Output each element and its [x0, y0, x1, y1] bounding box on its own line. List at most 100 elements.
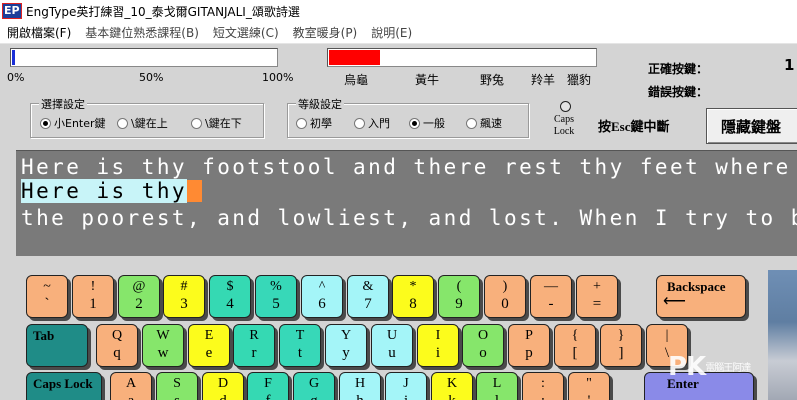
key-row2-3[interactable]: Rr	[233, 324, 275, 367]
key-backspace[interactable]: Backspace ⟵	[656, 275, 746, 318]
error-keys-label: 錯誤按鍵：	[648, 85, 709, 99]
key-label: e	[205, 345, 213, 361]
key-shift-label: @	[132, 279, 146, 294]
key-row1-9[interactable]: (9	[438, 275, 480, 318]
watermark-small: 電腦王阿達	[705, 363, 751, 374]
menu-bar: 開啟檔案(F) 基本鍵位熟悉課程(B) 短文選練(C) 教室暖身(P) 說明(E…	[0, 22, 797, 44]
key-row2-6[interactable]: Uu	[371, 324, 413, 367]
key-row1-12[interactable]: + =	[576, 275, 618, 318]
radio-dot-icon	[354, 117, 365, 129]
key-row1-3[interactable]: #3	[163, 275, 205, 318]
key-shift-label: *	[409, 279, 417, 294]
title-bar: EP EngType英打練習_10_泰戈爾GITANJALI_頌歌詩選	[0, 0, 797, 22]
key-row1-8[interactable]: * 8	[392, 275, 434, 318]
key-shift-label: Y	[340, 328, 352, 343]
key-shift-label: L	[492, 376, 502, 391]
hide-keyboard-button[interactable]: 隱藏鍵盤	[706, 108, 797, 144]
key-row1-6[interactable]: ^ 6	[301, 275, 343, 318]
speed-label-turtle: 烏龜	[344, 73, 369, 87]
speed-label-hare: 野兔	[480, 73, 505, 87]
key-label: ]	[618, 345, 624, 361]
key-label: g	[294, 392, 334, 400]
key-row1-1[interactable]: ! 1	[72, 275, 114, 318]
key-row2-2[interactable]: Ee	[188, 324, 230, 367]
key-caps-lock[interactable]: Caps Lock	[26, 372, 102, 400]
key-shift-label: P	[525, 328, 533, 343]
key-shift-label: A	[125, 376, 137, 391]
key-label: Tab	[33, 328, 55, 343]
key-label: 9	[455, 296, 463, 312]
key-row1-4[interactable]: $4	[209, 275, 251, 318]
key-shift-label: F	[264, 376, 272, 391]
key-row3-1[interactable]: Ss	[156, 372, 198, 400]
menu-basic-keys[interactable]: 基本鍵位熟悉課程(B)	[78, 24, 206, 41]
key-row3-3[interactable]: Ff	[247, 372, 289, 400]
progress-bar	[10, 48, 278, 67]
speed-label-cheetah: 獵豹	[567, 73, 592, 87]
key-row2-1[interactable]: Ww	[142, 324, 184, 367]
key-label: a	[111, 392, 151, 400]
level-settings-legend: 等級設定	[296, 96, 344, 112]
key-row1-11[interactable]: — -	[530, 275, 572, 318]
key-row3-0[interactable]: Aa	[110, 372, 152, 400]
key-shift-label: |	[665, 328, 669, 343]
radio-level-entry[interactable]: 入門	[354, 115, 390, 131]
key-label: h	[340, 392, 380, 400]
key-shift-label: H	[354, 376, 366, 391]
caps-lock-line2: Lock	[553, 126, 575, 137]
key-shift-label: O	[477, 328, 489, 343]
key-row2-9[interactable]: Pp	[508, 324, 550, 367]
radio-dot-icon	[466, 117, 477, 129]
key-row2-0[interactable]: Qq	[96, 324, 138, 367]
key-row1-10[interactable]: ) 0	[484, 275, 526, 318]
key-shift-label: (	[456, 279, 462, 294]
key-row2-4[interactable]: Tt	[279, 324, 321, 367]
radio-level-beginner[interactable]: 初學	[296, 115, 332, 131]
key-label: 6	[318, 296, 326, 312]
key-row3-10[interactable]: "'	[568, 372, 610, 400]
key-label: =	[592, 296, 602, 312]
typing-text-area[interactable]: Here is thy footstool and there rest thy…	[16, 150, 797, 256]
key-label: j	[386, 392, 426, 400]
next-text-line: the poorest, and lowliest, and lost. Whe…	[21, 206, 797, 230]
radio-backslash-bottom[interactable]: \鍵在下	[191, 115, 242, 131]
key-shift-label: U	[386, 328, 398, 343]
key-row2-7[interactable]: Ii	[417, 324, 459, 367]
correct-keys-value: 1	[784, 56, 795, 74]
progress-tick-50: 50%	[139, 71, 164, 84]
key-row1-2[interactable]: @2	[118, 275, 160, 318]
menu-help[interactable]: 說明(E)	[364, 24, 419, 41]
key-label: q	[113, 345, 121, 361]
radio-label: 入門	[368, 117, 390, 130]
key-row3-5[interactable]: Hh	[339, 372, 381, 400]
key-row2-11[interactable]: }]	[600, 324, 642, 367]
key-row3-9[interactable]: :;	[522, 372, 564, 400]
watermark-logo: PK電腦王阿達	[668, 352, 751, 382]
on-screen-keyboard: Backspace ⟵ Tab Caps Lock Enter ~ `! 1 @2 #3…	[16, 262, 766, 400]
key-row3-6[interactable]: Jj	[385, 372, 427, 400]
radio-small-enter[interactable]: 小Enter鍵	[40, 115, 106, 131]
key-row1-0[interactable]: ~ `	[26, 275, 68, 318]
key-label: 3	[180, 296, 188, 312]
key-row3-7[interactable]: Kk	[431, 372, 473, 400]
speed-label-ox: 黃牛	[415, 73, 440, 87]
radio-backslash-top[interactable]: \鍵在上	[117, 115, 168, 131]
key-row2-10[interactable]: {[	[554, 324, 596, 367]
speed-fill	[329, 50, 380, 65]
key-row2-5[interactable]: Yy	[325, 324, 367, 367]
menu-open-file[interactable]: 開啟檔案(F)	[0, 24, 78, 41]
radio-level-speed[interactable]: 飆速	[466, 115, 502, 131]
key-label: f	[248, 392, 288, 400]
radio-level-normal[interactable]: 一般	[409, 115, 445, 131]
key-row3-4[interactable]: Gg	[293, 372, 335, 400]
menu-short-text[interactable]: 短文選練(C)	[206, 24, 286, 41]
menu-warmup[interactable]: 教室暖身(P)	[286, 24, 365, 41]
key-label: w	[157, 345, 169, 361]
key-row1-5[interactable]: % 5	[255, 275, 297, 318]
key-tab[interactable]: Tab	[26, 324, 88, 367]
key-row3-8[interactable]: Ll	[476, 372, 518, 400]
key-label: y	[342, 345, 350, 361]
key-row2-8[interactable]: Oo	[462, 324, 504, 367]
key-row1-7[interactable]: & 7	[347, 275, 389, 318]
key-row3-2[interactable]: Dd	[202, 372, 244, 400]
